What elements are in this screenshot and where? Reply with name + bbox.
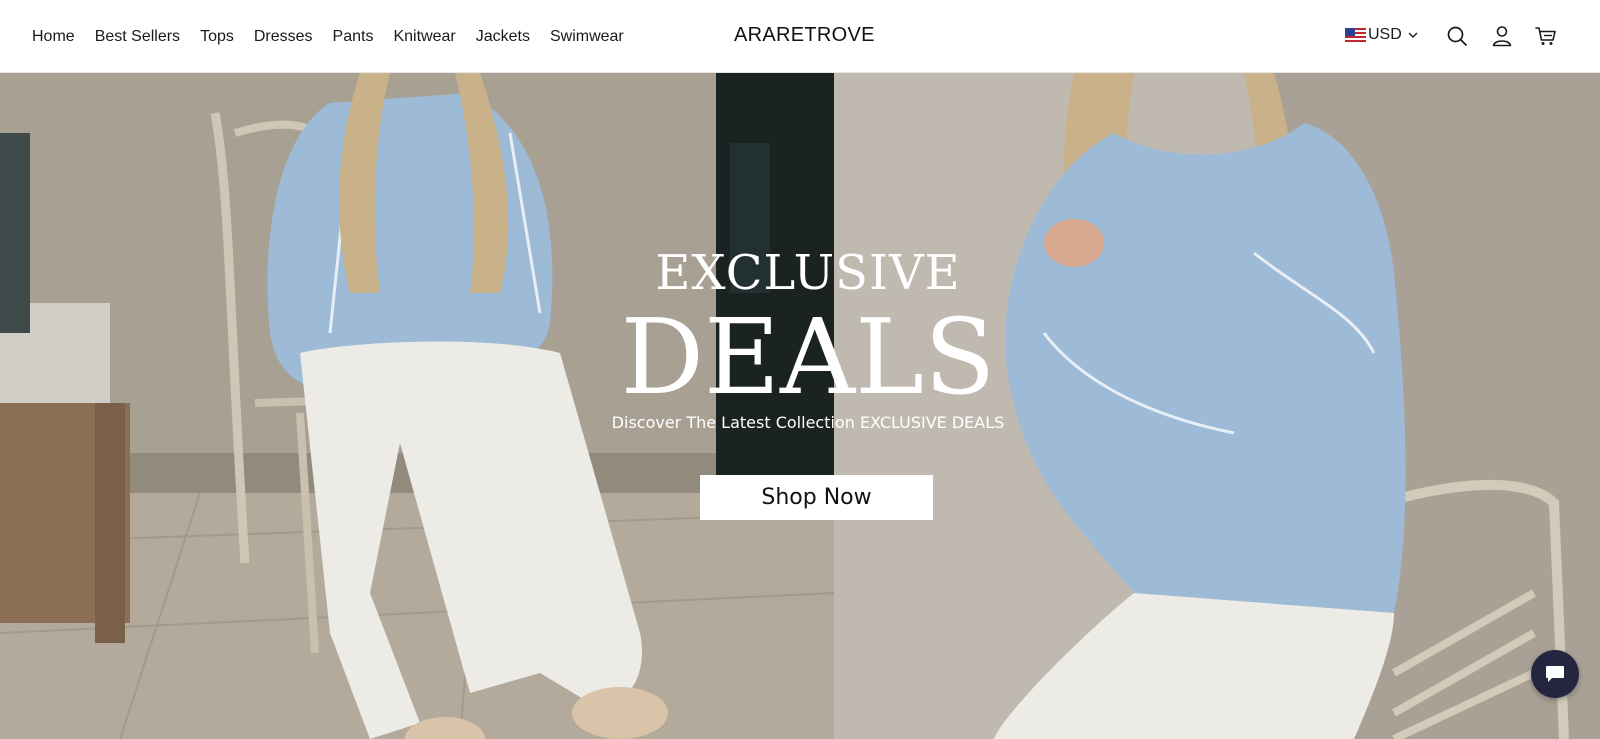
chevron-down-icon: [1408, 32, 1418, 38]
currency-label: USD: [1368, 26, 1402, 43]
account-icon[interactable]: [1490, 24, 1514, 48]
shop-now-button[interactable]: Shop Now: [700, 475, 933, 520]
nav-knitwear[interactable]: Knitwear: [383, 28, 465, 46]
us-flag-icon: [1345, 28, 1366, 42]
hero-banner: EXCLUSIVE DEALS Discover The Latest Coll…: [0, 73, 1600, 739]
cart-icon[interactable]: [1534, 24, 1558, 48]
nav-tops[interactable]: Tops: [190, 28, 244, 46]
chat-launcher-button[interactable]: [1531, 650, 1579, 698]
hero-subtitle: Discover The Latest Collection EXCLUSIVE…: [611, 413, 1005, 432]
nav-home[interactable]: Home: [22, 28, 85, 46]
nav-pants[interactable]: Pants: [323, 28, 384, 46]
search-icon[interactable]: [1445, 24, 1469, 48]
currency-selector[interactable]: USD: [1345, 26, 1419, 44]
nav-best-sellers[interactable]: Best Sellers: [85, 28, 190, 46]
chat-icon: [1546, 666, 1564, 682]
header-tools: USD: [1300, 0, 1600, 73]
main-nav: Home Best Sellers Tops Dresses Pants Kni…: [22, 0, 634, 73]
nav-swimwear[interactable]: Swimwear: [540, 28, 634, 46]
hero-title: DEALS: [620, 296, 996, 418]
store-logo[interactable]: ARARETROVE: [734, 24, 875, 47]
hero-content: EXCLUSIVE DEALS Discover The Latest Coll…: [0, 73, 1600, 739]
nav-jackets[interactable]: Jackets: [466, 28, 540, 46]
site-header: Home Best Sellers Tops Dresses Pants Kni…: [0, 0, 1600, 73]
hero-eyebrow: EXCLUSIVE: [655, 245, 961, 301]
nav-dresses[interactable]: Dresses: [244, 28, 323, 46]
